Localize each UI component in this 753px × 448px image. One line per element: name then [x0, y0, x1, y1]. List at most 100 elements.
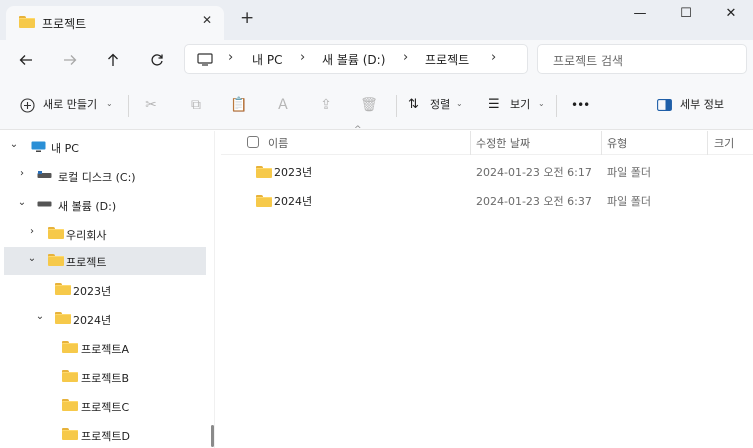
folder-icon: [55, 283, 71, 295]
forward-button[interactable]: [58, 48, 82, 72]
column-divider[interactable]: [707, 131, 708, 155]
folder-icon: [19, 16, 35, 28]
path-separator[interactable]: ›: [403, 50, 408, 65]
folder-icon: [55, 312, 71, 324]
path-separator[interactable]: ›: [491, 50, 496, 65]
maximize-button[interactable]: ☐: [663, 0, 709, 30]
share-icon[interactable]: ⇪: [315, 94, 337, 116]
search-placeholder: 프로젝트 검색: [553, 54, 624, 68]
file-type: 파일 폴더: [607, 195, 651, 208]
back-button[interactable]: [14, 48, 38, 72]
column-name[interactable]: 이름: [268, 135, 288, 151]
view-label: 보기: [510, 98, 531, 111]
monitor-icon: [31, 141, 46, 152]
cut-icon[interactable]: ✂: [140, 94, 162, 116]
file-list: ^ 이름 수정한 날짜 유형 크기 2023년 2024-01-23 오전 6:…: [221, 125, 753, 448]
folder-icon: [62, 370, 78, 382]
chevron-icon[interactable]: ⌄: [8, 139, 20, 150]
select-all-checkbox[interactable]: [247, 136, 259, 148]
tree-label: 프로젝트: [66, 256, 107, 269]
folder-icon: [62, 399, 78, 411]
pane-divider[interactable]: [214, 131, 215, 448]
command-bar: 새로 만들기 ⌄ ✂ ⧉ 📋 Ａ ⇪ 🗑 ⇅ 정렬 ⌄ ☰ 보기 ⌄ ••• 세…: [0, 80, 753, 130]
divider: [556, 95, 557, 117]
file-name: 2024년: [274, 195, 313, 208]
tree-item-project-c[interactable]: 프로젝트C: [4, 392, 206, 420]
path-separator[interactable]: ›: [300, 50, 305, 65]
column-divider[interactable]: [601, 131, 602, 155]
tree-item-2024[interactable]: ⌄ 2024년: [4, 305, 206, 333]
tree-item-volume-d[interactable]: ⌄ 새 볼륨 (D:): [4, 191, 206, 219]
column-header: ^ 이름 수정한 날짜 유형 크기: [221, 125, 753, 155]
divider: [128, 95, 129, 117]
tree-label: 2024년: [73, 314, 112, 327]
chevron-icon[interactable]: ⌄: [26, 253, 38, 264]
minimize-button[interactable]: —: [617, 0, 663, 30]
plus-circle-icon: [20, 98, 35, 113]
tree-item-local-disk-c[interactable]: › 로컬 디스크 (C:): [4, 162, 206, 190]
path-segment-projects[interactable]: 프로젝트: [425, 51, 469, 68]
refresh-button[interactable]: [145, 48, 169, 72]
tree-label: 로컬 디스크 (C:): [58, 171, 136, 184]
more-options-button[interactable]: •••: [571, 94, 590, 116]
tree-item-our-company[interactable]: › 우리회사: [4, 220, 206, 248]
tree-label: 우리회사: [66, 229, 107, 242]
tree-item-my-pc[interactable]: ⌄ 내 PC: [4, 133, 206, 161]
tree-item-projects[interactable]: ⌄ 프로젝트: [4, 247, 206, 275]
paste-icon[interactable]: 📋: [228, 94, 250, 116]
path-separator[interactable]: ›: [228, 50, 233, 65]
tree-label: 내 PC: [51, 142, 79, 155]
drive-icon: [37, 201, 52, 207]
close-window-button[interactable]: ✕: [708, 0, 753, 30]
list-view-icon: ☰: [488, 97, 500, 112]
delete-icon[interactable]: 🗑: [358, 94, 380, 116]
chevron-down-icon: ⌄: [456, 99, 463, 108]
column-divider[interactable]: [470, 131, 471, 155]
chevron-icon[interactable]: ›: [26, 226, 38, 237]
chevron-icon[interactable]: ⌄: [16, 197, 28, 208]
file-modified: 2024-01-23 오전 6:17: [476, 166, 592, 179]
tree-item-project-b[interactable]: 프로젝트B: [4, 363, 206, 391]
up-arrow-icon: [108, 53, 118, 66]
folder-icon: [48, 227, 64, 239]
sort-icon: ⇅: [408, 97, 419, 112]
file-type: 파일 폴더: [607, 166, 651, 179]
column-type[interactable]: 유형: [607, 135, 627, 151]
tree-item-2023[interactable]: 2023년: [4, 276, 206, 304]
up-button[interactable]: [101, 48, 125, 72]
monitor-icon: [197, 53, 213, 66]
sort-caret-icon: ^: [354, 125, 362, 135]
new-tab-button[interactable]: +: [240, 10, 254, 27]
path-segment-volume-d[interactable]: 새 볼륨 (D:): [322, 51, 385, 68]
drive-icon: [37, 171, 52, 178]
tree-label: 프로젝트B: [81, 372, 130, 385]
path-box[interactable]: › 내 PC › 새 볼륨 (D:) › 프로젝트 ›: [184, 44, 528, 74]
chevron-icon[interactable]: ›: [16, 168, 28, 179]
tree-item-project-d[interactable]: 프로젝트D: [4, 421, 206, 448]
file-name: 2023년: [274, 166, 313, 179]
refresh-icon: [151, 54, 163, 66]
rename-icon[interactable]: Ａ: [272, 94, 294, 116]
folder-icon: [256, 195, 272, 207]
tree-item-project-a[interactable]: 프로젝트A: [4, 334, 206, 362]
chevron-icon[interactable]: ⌄: [34, 311, 46, 322]
column-modified[interactable]: 수정한 날짜: [476, 135, 530, 151]
column-size[interactable]: 크기: [714, 135, 734, 151]
title-bar: 프로젝트 ✕ + — ☐ ✕: [0, 0, 753, 40]
tree-label: 프로젝트C: [81, 401, 130, 414]
details-pane-icon: [657, 99, 672, 111]
file-row[interactable]: 2024년 2024-01-23 오전 6:37 파일 폴더: [221, 187, 753, 215]
folder-icon: [48, 254, 64, 266]
forward-arrow-icon: [64, 55, 77, 65]
search-input[interactable]: 프로젝트 검색: [537, 44, 747, 74]
divider: [396, 95, 397, 117]
navigation-pane: ⌄ 내 PC › 로컬 디스크 (C:) ⌄ 새 볼륨 (D:) › 우리회사 …: [0, 131, 214, 448]
tab-projects[interactable]: 프로젝트 ✕: [6, 6, 224, 40]
copy-icon[interactable]: ⧉: [185, 94, 207, 116]
tree-label: 2023년: [73, 285, 112, 298]
close-tab-icon[interactable]: ✕: [202, 13, 212, 27]
path-segment-my-pc[interactable]: 내 PC: [252, 51, 282, 68]
chevron-down-icon: ⌄: [106, 99, 113, 108]
tree-label: 프로젝트A: [81, 343, 130, 356]
file-row[interactable]: 2023년 2024-01-23 오전 6:17 파일 폴더: [221, 158, 753, 186]
